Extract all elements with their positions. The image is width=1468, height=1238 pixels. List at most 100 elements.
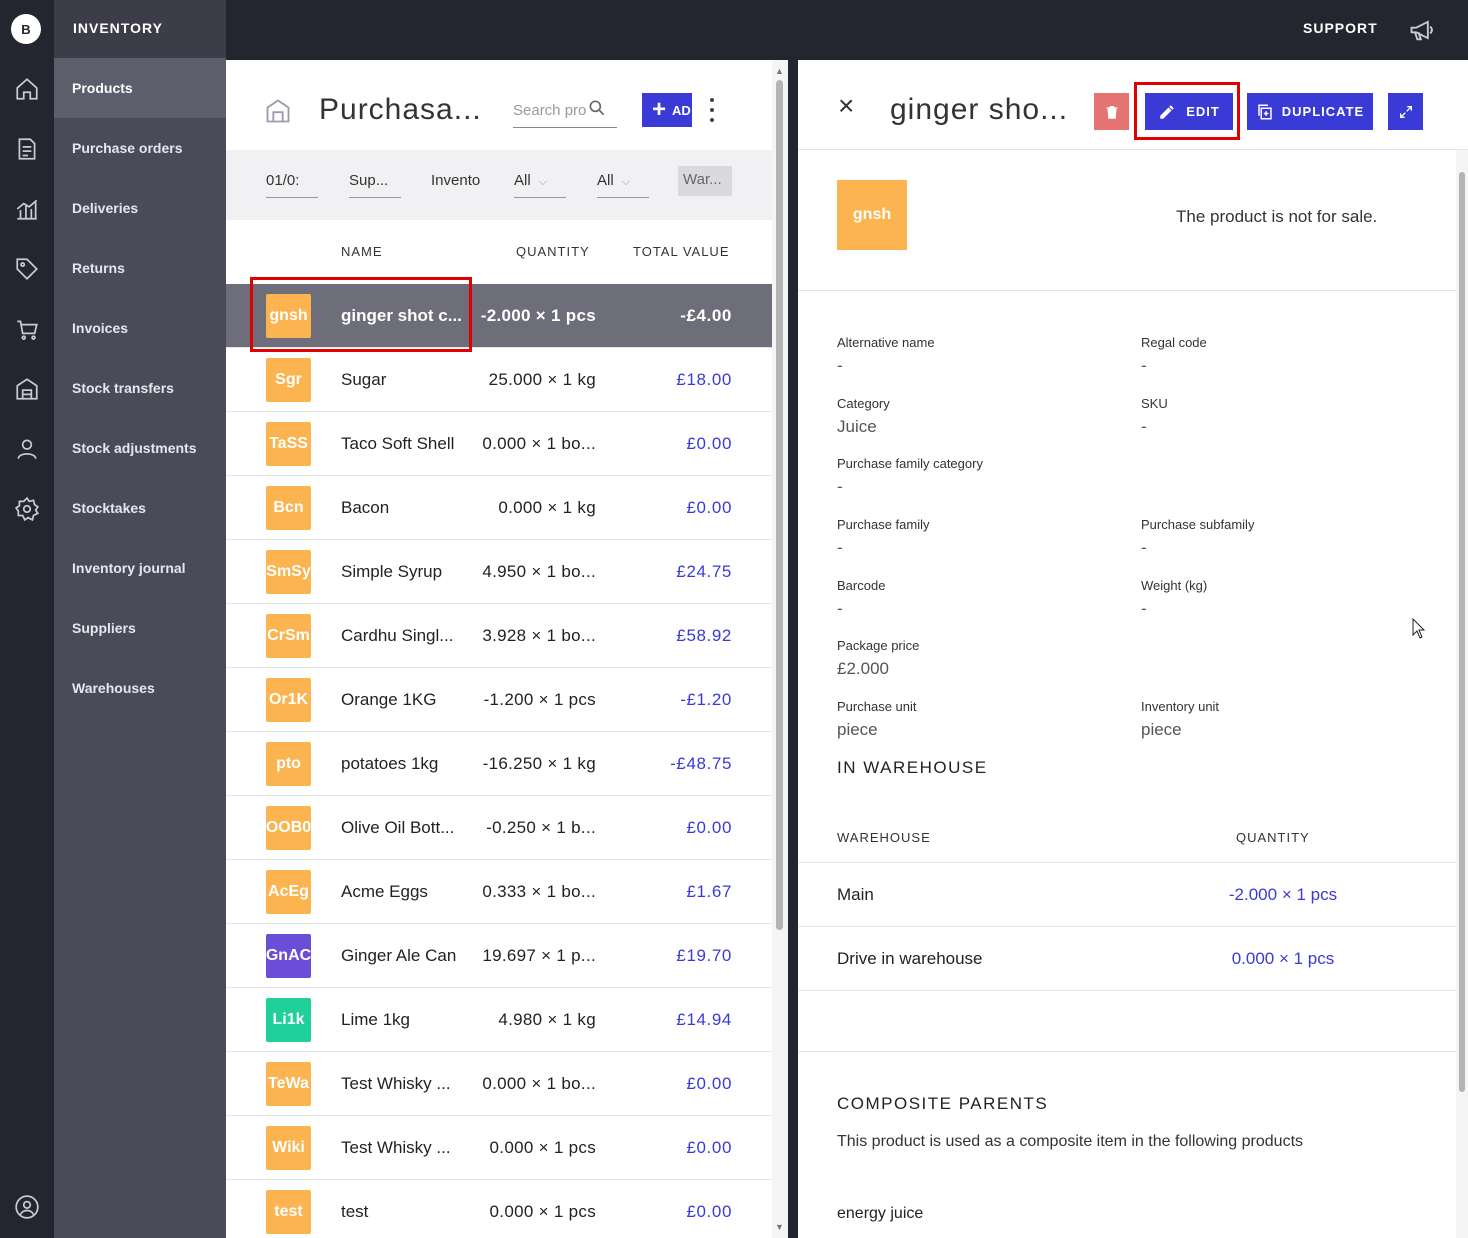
document-icon[interactable] [12, 134, 42, 164]
product-badge: OOB0 [266, 806, 311, 850]
col-total-value[interactable]: TOTAL VALUE [633, 244, 730, 259]
field-value: - [1141, 599, 1147, 618]
scrollbar-thumb[interactable] [1459, 172, 1465, 1092]
table-row[interactable]: test test 0.000 × 1 pcs £0.00 [226, 1180, 772, 1238]
product-badge: Wiki [266, 1126, 311, 1170]
warehouse-table-end [798, 990, 1456, 991]
table-row[interactable]: Bcn Bacon 0.000 × 1 kg £0.00 [226, 476, 772, 540]
product-quantity: 0.000 × 1 kg [498, 498, 596, 517]
col-name[interactable]: NAME [341, 244, 383, 259]
field-package-price: Package price £2.000 [837, 638, 1127, 679]
product-name: potatoes 1kg [341, 754, 439, 773]
user-icon[interactable] [12, 434, 42, 464]
nav-item-stock-transfers[interactable]: Stock transfers [54, 358, 226, 418]
col-quantity[interactable]: QUANTITY [516, 244, 590, 259]
expand-button[interactable] [1388, 93, 1423, 130]
search-icon[interactable] [587, 98, 607, 118]
product-quantity: 0.000 × 1 pcs [489, 1202, 596, 1221]
warehouse-icon[interactable] [12, 374, 42, 404]
table-row[interactable]: GnAC Ginger Ale Can 19.697 × 1 p... £19.70 [226, 924, 772, 988]
table-row[interactable]: TaSS Taco Soft Shell 0.000 × 1 bo... £0.00 [226, 412, 772, 476]
nav-item-returns[interactable]: Returns [54, 238, 226, 298]
field-label: Regal code [1141, 335, 1207, 350]
product-quantity: 3.928 × 1 bo... [482, 626, 596, 645]
table-row[interactable]: Or1K Orange 1KG -1.200 × 1 pcs -£1.20 [226, 668, 772, 732]
field-purchase-family: Purchase family - [837, 517, 1127, 558]
table-row[interactable]: OOB0 Olive Oil Bott... -0.250 × 1 b... £0.0… [226, 796, 772, 860]
duplicate-button[interactable]: DUPLICATE [1247, 93, 1373, 130]
product-name: Lime 1kg [341, 1010, 410, 1029]
table-row[interactable]: CrSm Cardhu Singl... 3.928 × 1 bo... £58.92 [226, 604, 772, 668]
detail-summary: gnsh The product is not for sale. [798, 150, 1456, 291]
icon-rail: B [0, 0, 54, 1238]
warehouse-row[interactable]: Drive in warehouse 0.000 × 1 pcs [798, 926, 1456, 990]
duplicate-icon [1258, 104, 1272, 119]
table-row[interactable]: pto potatoes 1kg -16.250 × 1 kg -£48.75 [226, 732, 772, 796]
more-options-icon[interactable] [706, 98, 718, 122]
detail-scrollbar[interactable] [1456, 150, 1468, 1238]
product-total-value: £0.00 [686, 498, 732, 517]
field-value: piece [837, 720, 878, 739]
product-name: Ginger Ale Can [341, 946, 457, 965]
all-filter-1[interactable]: All ⌵ [514, 170, 566, 198]
table-row[interactable]: Sgr Sugar 25.000 × 1 kg £18.00 [226, 348, 772, 412]
section-divider [798, 1051, 1456, 1052]
field-value: - [1141, 356, 1147, 375]
home-icon[interactable] [12, 74, 42, 104]
nav-item-invoices[interactable]: Invoices [54, 298, 226, 358]
panel-divider [788, 60, 798, 1238]
table-row[interactable]: Li1k Lime 1kg 4.980 × 1 kg £14.94 [226, 988, 772, 1052]
delete-button[interactable] [1094, 93, 1129, 130]
support-link[interactable]: SUPPORT [1303, 20, 1378, 36]
col-warehouse: WAREHOUSE [837, 830, 931, 845]
settings-icon[interactable] [12, 494, 42, 524]
close-icon[interactable]: × [838, 92, 860, 120]
add-product-button[interactable]: + AD [642, 93, 692, 127]
scroll-down-icon[interactable]: ▼ [775, 1222, 784, 1232]
field-purchase-family-category: Purchase family category - [837, 456, 1127, 497]
megaphone-icon[interactable] [1408, 16, 1436, 44]
nav-item-stocktakes[interactable]: Stocktakes [54, 478, 226, 538]
nav-item-warehouses[interactable]: Warehouses [54, 658, 226, 718]
scrollbar-thumb[interactable] [776, 80, 783, 930]
table-row[interactable]: AcEg Acme Eggs 0.333 × 1 bo... £1.67 [226, 860, 772, 924]
product-total-value: £19.70 [676, 946, 732, 965]
supplier-filter[interactable]: Sup... [349, 170, 401, 198]
field-label: Weight (kg) [1141, 578, 1208, 593]
warehouse-row[interactable]: Main -2.000 × 1 pcs [798, 862, 1456, 926]
field-label: Purchase family [837, 517, 930, 532]
list-scrollbar[interactable]: ▲ ▼ [772, 60, 788, 1238]
chevron-down-icon: ⌵ [538, 176, 548, 188]
product-name: test [341, 1202, 369, 1221]
all-filter-2[interactable]: All ⌵ [597, 170, 649, 198]
app-logo[interactable]: B [11, 14, 41, 44]
cart-icon[interactable] [12, 314, 42, 344]
inventory-nav: INVENTORY Products Purchase orders Deliv… [54, 0, 226, 1238]
table-row[interactable]: Wiki Test Whisky ... 0.000 × 1 pcs £0.00 [226, 1116, 772, 1180]
product-name: Acme Eggs [341, 882, 428, 901]
nav-item-deliveries[interactable]: Deliveries [54, 178, 226, 238]
product-quantity: 4.980 × 1 kg [498, 1010, 596, 1029]
nav-item-stock-adjustments[interactable]: Stock adjustments [54, 418, 226, 478]
tag-icon[interactable] [12, 254, 42, 284]
warehouse-filter[interactable]: War... [678, 166, 732, 196]
product-total-value: £0.00 [686, 1202, 732, 1221]
nav-item-purchase-orders[interactable]: Purchase orders [54, 118, 226, 178]
table-row[interactable]: TeWa Test Whisky ... 0.000 × 1 bo... £0.00 [226, 1052, 772, 1116]
chart-icon[interactable] [12, 194, 42, 224]
nav-item-inventory-journal[interactable]: Inventory journal [54, 538, 226, 598]
inventory-filter[interactable]: Invento [431, 170, 486, 198]
field-label: Purchase family category [837, 456, 983, 471]
account-icon[interactable] [12, 1192, 42, 1222]
table-row[interactable]: SmSy Simple Syrup 4.950 × 1 bo... £24.75 [226, 540, 772, 604]
nav-item-products[interactable]: Products [54, 58, 226, 118]
date-filter[interactable]: 01/0: [266, 170, 318, 198]
field-value: - [1141, 538, 1147, 557]
product-badge: Li1k [266, 998, 311, 1042]
scroll-up-icon[interactable]: ▲ [775, 66, 784, 76]
composite-item-link[interactable]: energy juice [837, 1205, 923, 1223]
product-rows: gnsh ginger shot c... -2.000 × 1 pcs -£4.00… [226, 284, 772, 1238]
warehouse-name: Main [837, 885, 874, 904]
nav-item-suppliers[interactable]: Suppliers [54, 598, 226, 658]
field-weight: Weight (kg) - [1141, 578, 1431, 619]
